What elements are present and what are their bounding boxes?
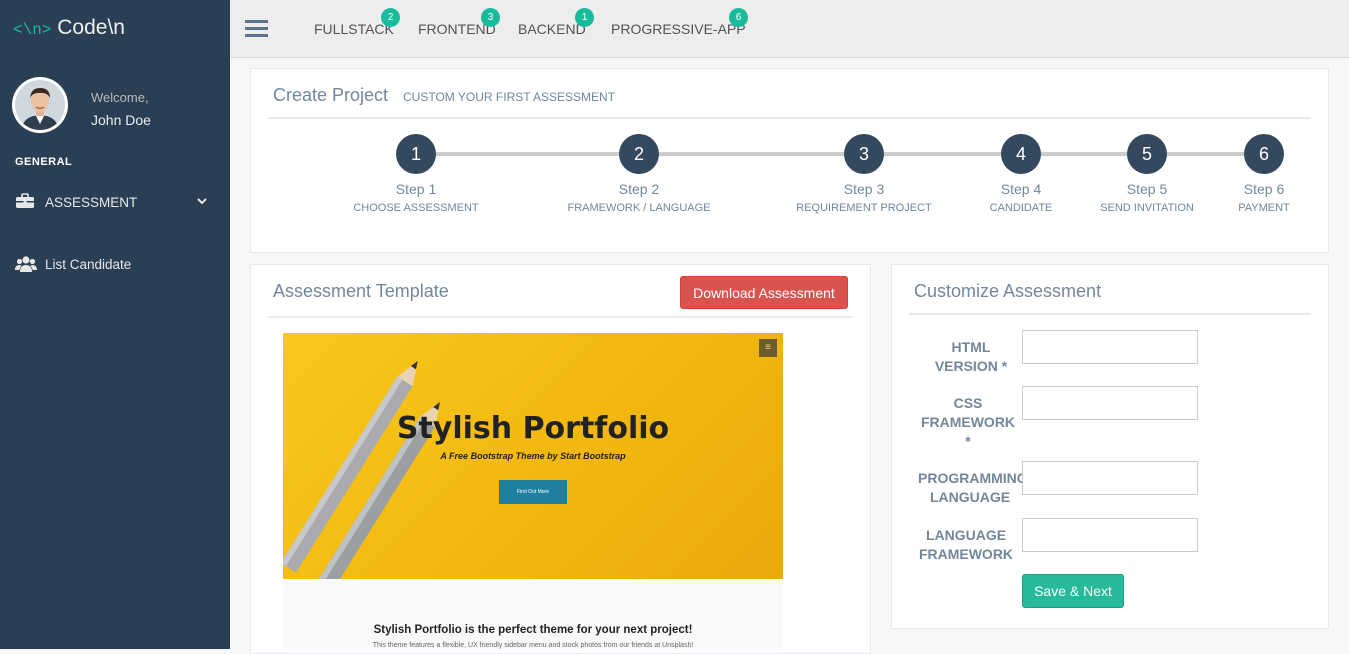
step-6-title: Step 6 [1243,181,1285,197]
step-1-title: Step 1 [395,181,437,197]
count-badge: 1 [575,8,594,27]
preview-section-text: This theme features a flexible, UX frien… [372,642,694,649]
language-framework-field[interactable] [1022,518,1198,552]
html-version-label: HTML VERSION * [934,339,1008,374]
step-3-title: Step 3 [843,181,885,197]
sidebar: <\n> Code\n Welcome, John Doe GENERAL AS… [0,0,230,649]
avatar-photo [15,80,65,130]
tab-fullstack[interactable]: FULLSTACK 2 [314,8,400,37]
tab-label: BACKEND [518,21,586,37]
step-6-circle[interactable]: 6 [1244,134,1284,174]
preview-section: Stylish Portfolio is the perfect theme f… [283,579,783,649]
step-3-circle[interactable]: 3 [844,134,884,174]
tab-label: PROGRESSIVE-APP [611,21,746,37]
tab-progressive-app[interactable]: PROGRESSIVE-APP 6 [611,8,748,37]
preview-tagline: A Free Bootstrap Theme by Start Bootstra… [440,451,626,461]
step-2-label: FRAMEWORK / LANGUAGE [567,202,711,214]
top-navbar: FULLSTACK 2 FRONTEND 3 BACKEND 1 PROGRES… [230,0,1349,58]
step-1-circle[interactable]: 1 [396,134,436,174]
count-badge: 3 [481,8,500,27]
chevron-down-icon [196,195,208,210]
template-preview[interactable]: ≡ Stylish Portfolio A Free Bootstrap The… [283,333,783,649]
programming-language-label: PROGRAMMING LANGUAGE [918,470,1028,505]
tab-backend[interactable]: BACKEND 1 [518,8,594,37]
panel-title: Assessment Template [273,281,449,301]
preview-hero: ≡ Stylish Portfolio A Free Bootstrap The… [283,333,783,579]
users-icon [15,255,37,276]
tab-label: FULLSTACK [314,21,394,37]
logo-mark: <\n> [13,21,52,39]
user-name: John Doe [91,112,151,128]
html-version-field[interactable] [1022,330,1198,364]
panel-title: Create Project [273,85,389,105]
count-badge: 6 [729,8,748,27]
panel-subtitle: CUSTOM YOUR FIRST ASSESSMENT [403,90,616,104]
preview-cta-button: Find Out More [499,480,567,504]
step-4-circle[interactable]: 4 [1001,134,1041,174]
wizard-track [436,152,1244,156]
download-assessment-button[interactable]: Download Assessment [680,276,848,309]
panel-title: Customize Assessment [914,281,1102,301]
app-logo[interactable]: <\n> Code\n [13,16,125,40]
sidebar-section-title: GENERAL [15,156,73,168]
programming-language-field[interactable] [1022,461,1198,495]
sidebar-item-list-candidate[interactable]: List Candidate [0,255,230,285]
css-framework-field[interactable] [1022,386,1198,420]
sidebar-item-label: ASSESSMENT [45,195,138,210]
briefcase-icon [15,193,35,212]
preview-heading: Stylish Portfolio [396,411,670,446]
logo-name: Code\n [57,16,125,39]
hamburger-menu-icon[interactable] [245,19,269,42]
count-badge: 2 [381,8,400,27]
sidebar-item-label: List Candidate [45,257,132,272]
tab-frontend[interactable]: FRONTEND 3 [418,8,500,37]
preview-menu-icon: ≡ [759,339,777,357]
step-5-circle[interactable]: 5 [1127,134,1167,174]
divider [268,316,853,318]
sidebar-item-assessment[interactable]: ASSESSMENT [0,193,230,223]
save-next-button[interactable]: Save & Next [1022,574,1124,608]
welcome-text: Welcome, [91,90,149,105]
divider [909,313,1311,315]
css-framework-label: CSS FRAMEWORK * [920,395,1016,449]
step-3-label: REQUIREMENT PROJECT [796,202,932,214]
step-2-circle[interactable]: 2 [619,134,659,174]
language-framework-label: LANGUAGE FRAMEWORK [918,527,1014,562]
avatar [12,77,68,133]
step-1-label: CHOOSE ASSESSMENT [353,202,479,214]
preview-section-title: Stylish Portfolio is the perfect theme f… [373,624,693,636]
step-2-title: Step 2 [618,181,660,197]
step-6-label: PAYMENT [1238,202,1290,214]
divider [268,117,1311,119]
